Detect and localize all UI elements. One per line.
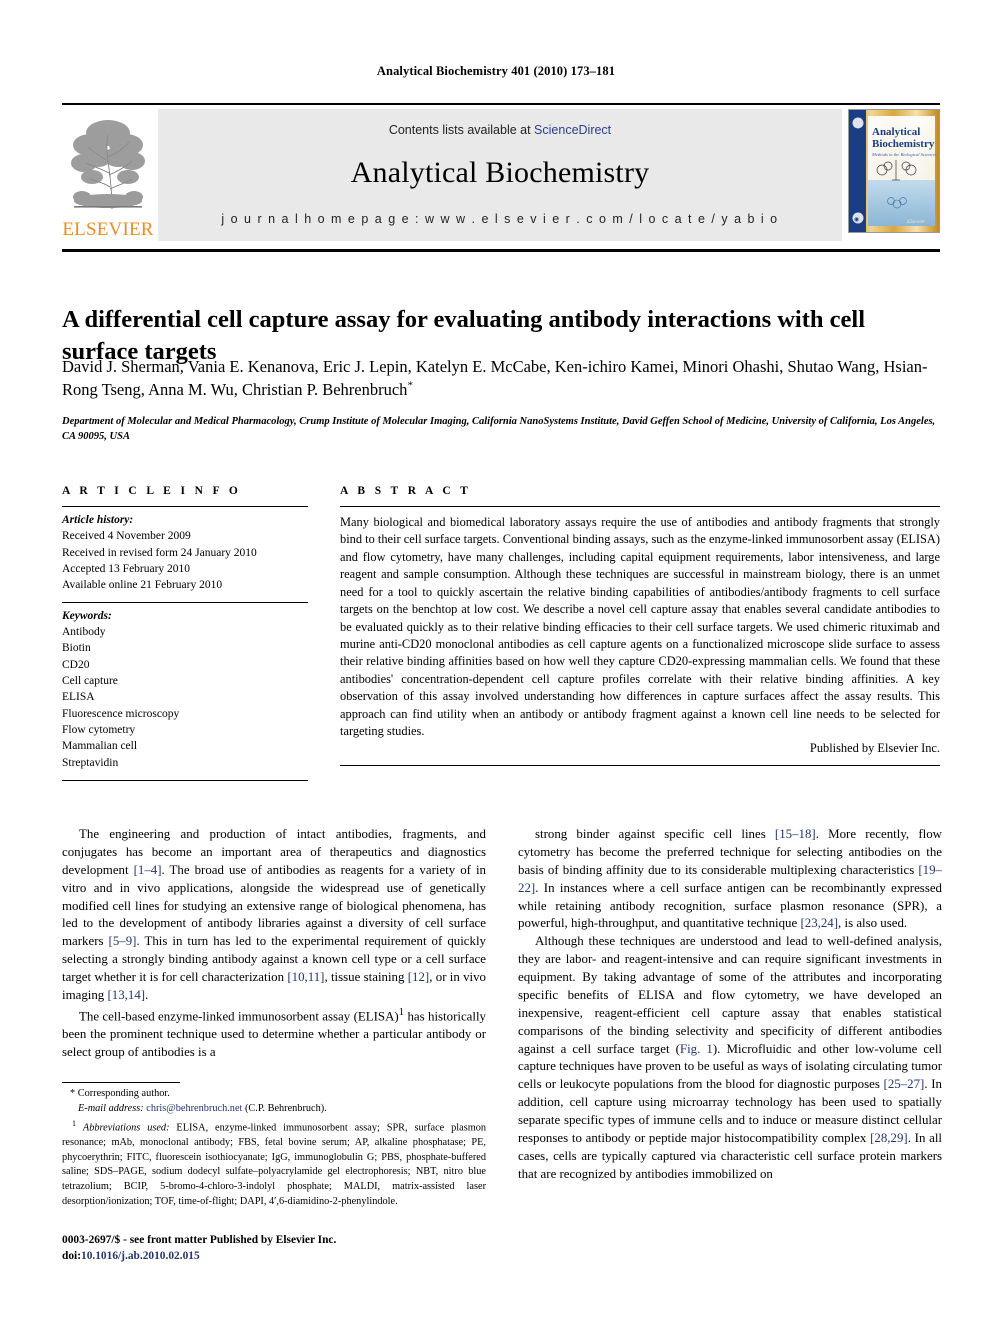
citation-link[interactable]: [1–4] <box>134 863 162 877</box>
keyword-item: Fluorescence microscopy <box>62 707 180 720</box>
svg-text:◉: ◉ <box>854 217 859 223</box>
abbrev-marker: 1 <box>72 1118 76 1128</box>
keyword-item: CD20 <box>62 658 90 671</box>
body-paragraph: The cell-based enzyme-linked immunosorbe… <box>62 1005 486 1062</box>
footnote-marker: * <box>70 1088 76 1099</box>
keyword-item: Streptavidin <box>62 756 119 769</box>
issn-front-matter: 0003-2697/$ - see front matter Published… <box>62 1234 337 1246</box>
running-head: Analytical Biochemistry 401 (2010) 173–1… <box>376 64 616 78</box>
journal-cover-art: Analytical Biochemistry Methods in the B… <box>849 110 939 232</box>
body-column-right: strong binder against specific cell line… <box>518 826 942 1184</box>
citation-link[interactable]: [28,29] <box>870 1131 908 1145</box>
email-link[interactable]: chris@behrenbruch.net <box>146 1103 242 1114</box>
footnote-email-line: E-mail address: chris@behrenbruch.net (C… <box>62 1102 486 1117</box>
email-owner: (C.P. Behrenbruch). <box>244 1102 327 1114</box>
elsevier-tree-icon <box>71 120 145 210</box>
body-text: The cell-based enzyme-linked immunosorbe… <box>79 1009 399 1024</box>
doi-label: doi: <box>62 1250 81 1263</box>
contents-lists-line: Contents lists available at ScienceDirec… <box>158 123 842 137</box>
journal-homepage-line[interactable]: j o u r n a l h o m e p a g e : w w w . … <box>158 212 842 226</box>
email-label: E-mail address: <box>78 1102 144 1114</box>
elsevier-wordmark: ELSEVIER <box>62 219 154 240</box>
body-paragraph: strong binder against specific cell line… <box>518 826 942 933</box>
abbrev-text: ELISA, enzyme-linked immunosorbent assay… <box>62 1122 487 1208</box>
citation-link[interactable]: [10,11] <box>287 970 324 984</box>
article-history-item: Received 4 November 2009 <box>62 530 191 543</box>
footnote-corresponding-text: Corresponding author. <box>77 1088 170 1099</box>
masthead-bottom-rule <box>62 249 940 252</box>
body-text: Although these techniques are understood… <box>518 934 942 1056</box>
doi-link[interactable]: 10.1016/j.ab.2010.02.015 <box>81 1250 200 1262</box>
abstract-rule-bottom <box>340 765 940 767</box>
svg-text:Analytical: Analytical <box>872 126 920 138</box>
article-history-item: Available online 21 February 2010 <box>62 579 223 592</box>
citation-link[interactable]: [12] <box>408 970 429 984</box>
journal-title: Analytical Biochemistry <box>350 156 650 189</box>
citation-link[interactable]: [13,14] <box>107 988 145 1002</box>
body-paragraph: Although these techniques are understood… <box>518 933 942 1183</box>
affiliation: Department of Molecular and Medical Phar… <box>62 416 936 443</box>
article-history-item: Accepted 13 February 2010 <box>62 562 191 575</box>
svg-text:Biochemistry: Biochemistry <box>872 138 935 150</box>
keywords-list: Keywords: Antibody Biotin CD20 Cell capt… <box>62 603 308 771</box>
author-list: David J. Sherman, Vania E. Kenanova, Eri… <box>62 355 942 402</box>
author-names: David J. Sherman, Vania E. Kenanova, Eri… <box>62 357 928 400</box>
journal-masthead: ELSEVIER Contents lists available at Sci… <box>62 103 940 241</box>
footnote-abbreviations: 1 Abbreviations used: ELISA, enzyme-link… <box>62 1118 486 1210</box>
article-info-heading: A R T I C L E I N F O <box>62 485 242 497</box>
keyword-item: Flow cytometry <box>62 723 136 736</box>
keyword-item: Cell capture <box>62 674 118 687</box>
elsevier-logo: ELSEVIER <box>62 109 154 241</box>
abstract-publisher-line: Published by Elsevier Inc. <box>809 741 940 756</box>
footnote-rule <box>62 1082 180 1083</box>
keyword-item: Biotin <box>62 642 91 655</box>
article-history-label: Article history: <box>62 514 134 526</box>
keyword-item: Mammalian cell <box>62 740 138 753</box>
body-text: , tissue staining <box>324 970 408 984</box>
svg-text:Methods in the Biological Scie: Methods in the Biological Sciences <box>871 152 937 157</box>
keyword-item: Antibody <box>62 625 106 638</box>
abbrev-label: Abbreviations used: <box>82 1122 170 1134</box>
citation-link[interactable]: [25–27] <box>884 1077 925 1091</box>
citation-link[interactable]: [5–9] <box>109 934 137 948</box>
article-info-block: A R T I C L E I N F O Article history: R… <box>62 485 308 781</box>
keywords-rule-bottom <box>62 779 308 781</box>
abstract-heading: A B S T R A C T <box>340 485 472 497</box>
footnotes-block: * Corresponding author. E-mail address: … <box>62 1082 486 1210</box>
keywords-label: Keywords: <box>62 609 112 622</box>
body-column-left: The engineering and production of intact… <box>62 826 486 1062</box>
abstract-block: A B S T R A C T Many biological and biom… <box>340 485 940 767</box>
abstract-text: Many biological and biomedical laborator… <box>340 515 940 739</box>
body-text: . <box>145 987 149 1002</box>
article-history: Article history: Received 4 November 200… <box>62 507 308 594</box>
contents-prefix: Contents lists available at <box>388 123 535 137</box>
corresponding-author-marker: * <box>407 379 413 392</box>
body-paragraph: The engineering and production of intact… <box>62 826 486 1005</box>
footnote-corresponding: * Corresponding author. <box>62 1087 486 1102</box>
citation-link[interactable]: [15–18] <box>775 827 816 841</box>
keyword-item: ELISA <box>62 691 95 704</box>
sciencedirect-link[interactable]: ScienceDirect <box>534 123 611 137</box>
citation-link[interactable]: [23,24] <box>800 916 838 930</box>
imprint-block: 0003-2697/$ - see front matter Published… <box>62 1232 492 1265</box>
journal-article-page: Analytical Biochemistry 401 (2010) 173–1… <box>0 0 992 1323</box>
article-history-item: Received in revised form 24 January 2010 <box>62 546 257 559</box>
svg-text:Elsevier: Elsevier <box>906 219 926 225</box>
journal-cover-thumbnail: Analytical Biochemistry Methods in the B… <box>848 109 940 233</box>
body-text: strong binder against specific cell line… <box>535 827 775 841</box>
citation-link[interactable]: Fig. 1 <box>680 1042 713 1056</box>
body-text: , is also used. <box>838 916 908 931</box>
masthead-band: Contents lists available at ScienceDirec… <box>158 109 842 241</box>
doi-line: doi:10.1016/j.ab.2010.02.015 <box>62 1248 492 1264</box>
